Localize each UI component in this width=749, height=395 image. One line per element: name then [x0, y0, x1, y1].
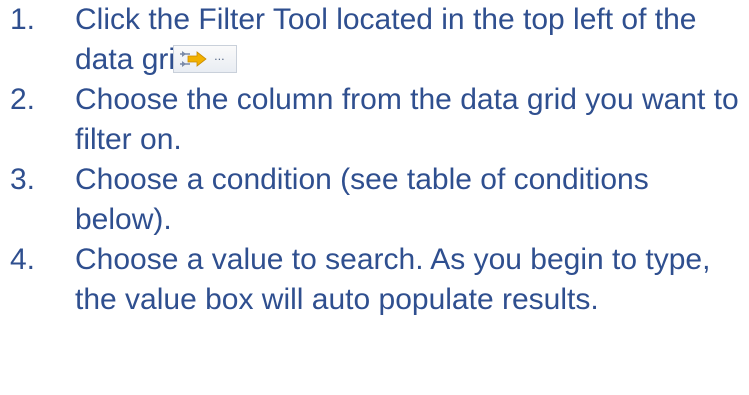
step-3: 3. Choose a condition (see table of cond… — [0, 160, 749, 240]
step-number: 3. — [10, 163, 36, 196]
filter-tool-button[interactable]: ... — [173, 45, 238, 74]
filter-arrow-icon — [180, 51, 207, 68]
step-text: Choose a value to search. As you begin t… — [75, 243, 711, 316]
step-4: 4. Choose a value to search. As you begi… — [0, 240, 749, 320]
step-text: Click the Filter Tool located in the top… — [75, 0, 749, 80]
step-text: Choose a condition (see table of conditi… — [75, 163, 649, 236]
step-number: 2. — [10, 83, 36, 116]
step-2: 2. Choose the column from the data grid … — [0, 80, 749, 160]
filter-ellipsis: ... — [214, 50, 225, 64]
step-text-part: Click the Filter Tool located in the top… — [75, 3, 697, 76]
instruction-list: 1. Click the Filter Tool located in the … — [0, 0, 749, 320]
step-number: 4. — [10, 243, 36, 276]
step-1: 1. Click the Filter Tool located in the … — [0, 0, 749, 80]
step-number: 1. — [10, 3, 36, 36]
step-text: Choose the column from the data grid you… — [75, 83, 739, 156]
